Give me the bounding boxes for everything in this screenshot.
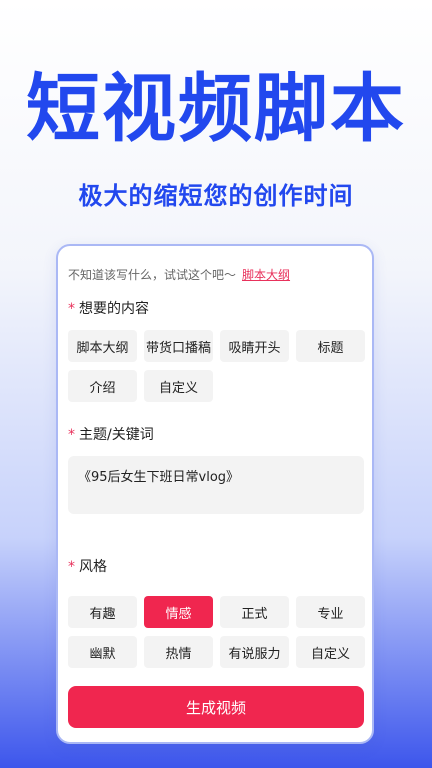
style-label-text: 风格	[79, 559, 107, 575]
style-option-professional[interactable]: 专业	[296, 596, 365, 628]
required-mark: *	[68, 301, 75, 317]
hero-subtitle: 极大的缩短您的创作时间	[78, 182, 354, 210]
content-option-custom[interactable]: 自定义	[144, 370, 213, 402]
topic-label-text: 主题/关键词	[79, 427, 154, 443]
style-option-persuasive[interactable]: 有说服力	[220, 636, 289, 668]
hint-text: 不知道该写什么，试试这个吧～	[68, 268, 237, 282]
content-option-outline[interactable]: 脚本大纲	[68, 330, 137, 362]
content-option-intro[interactable]: 介绍	[68, 370, 137, 402]
style-option-enthusiastic[interactable]: 热情	[144, 636, 213, 668]
style-option-emotional[interactable]: 情感	[144, 596, 213, 628]
topic-section-label: * 主题/关键词	[68, 424, 154, 444]
required-mark: *	[68, 427, 75, 443]
style-option-fun[interactable]: 有趣	[68, 596, 137, 628]
style-option-formal[interactable]: 正式	[220, 596, 289, 628]
hero-title: 短视频脚本	[26, 66, 406, 152]
outline-link[interactable]: 脚本大纲	[242, 268, 290, 282]
content-option-sales-script[interactable]: 带货口播稿	[144, 330, 213, 362]
required-mark: *	[68, 559, 75, 575]
content-option-hook-opening[interactable]: 吸睛开头	[220, 330, 289, 362]
content-label-text: 想要的内容	[79, 301, 149, 317]
style-options: 有趣 情感 正式 专业 幽默 热情 有说服力 自定义	[68, 596, 365, 668]
content-section-label: * 想要的内容	[68, 298, 149, 318]
style-option-humor[interactable]: 幽默	[68, 636, 137, 668]
style-section-label: * 风格	[68, 556, 107, 576]
content-option-title[interactable]: 标题	[296, 330, 365, 362]
generate-video-button[interactable]: 生成视频	[68, 686, 364, 728]
topic-input[interactable]: 《95后女生下班日常vlog》	[68, 456, 364, 514]
hint-row: 不知道该写什么，试试这个吧～ 脚本大纲	[68, 266, 290, 283]
content-options: 脚本大纲 带货口播稿 吸睛开头 标题 介绍 自定义	[68, 330, 365, 402]
style-option-custom[interactable]: 自定义	[296, 636, 365, 668]
script-form-card: 不知道该写什么，试试这个吧～ 脚本大纲 * 想要的内容 脚本大纲 带货口播稿 吸睛开…	[56, 244, 374, 744]
